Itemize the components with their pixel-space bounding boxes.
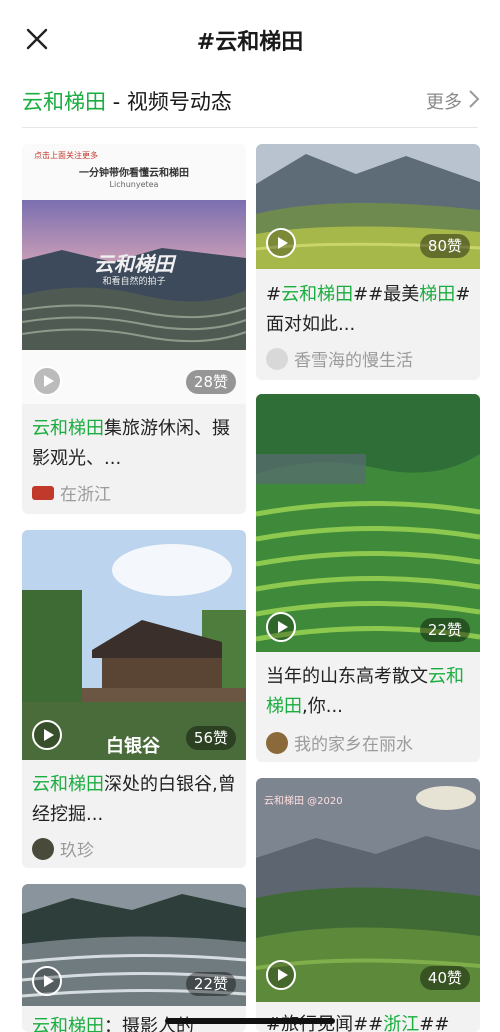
card-title: 当年的山东高考散文云和梯田,你... <box>266 662 472 722</box>
more-label: 更多 <box>426 92 462 113</box>
section-header: 云和梯田 - 视频号动态 更多 <box>0 78 500 126</box>
play-icon[interactable] <box>266 228 296 258</box>
card-title-highlight[interactable]: 云和梯田 <box>32 418 104 439</box>
thumb-top-banner: 点击上面关注更多 <box>34 151 98 160</box>
card-title-highlight[interactable]: 梯田 <box>419 284 455 305</box>
top-bar: #云和梯田 <box>0 0 500 78</box>
card-author[interactable]: 香雪海的慢生活 <box>266 346 413 371</box>
card-title-part: # <box>266 284 282 305</box>
video-thumbnail: 80赞 <box>256 144 480 269</box>
divider <box>22 127 478 128</box>
card-title-part: ## <box>419 1014 450 1032</box>
author-name: 玖珍 <box>60 841 94 861</box>
avatar <box>266 347 288 370</box>
avatar <box>266 731 288 754</box>
thumb-scene-sub: 和看自然的拍子 <box>102 277 166 287</box>
card-author[interactable]: 我的家乡在丽水 <box>266 730 413 755</box>
section-title: 云和梯田 - 视频号动态 <box>22 86 232 116</box>
video-thumbnail: 白银谷 56赞 <box>22 530 246 760</box>
video-card[interactable]: 白银谷 56赞 云和梯田深处的白银谷,曾经挖掘... 玖珍 <box>22 530 246 868</box>
play-icon[interactable] <box>266 612 296 642</box>
page-title: #云和梯田 <box>196 30 304 55</box>
thumb-brand: Lichunyetea <box>109 180 159 189</box>
video-thumbnail: 点击上面关注更多 一分钟带你看懂云和梯田 Lichunyetea 云和梯田 和看… <box>22 144 246 404</box>
play-icon[interactable] <box>32 366 62 396</box>
likes-badge: 40赞 <box>419 966 470 990</box>
card-title-part: ,你... <box>302 696 343 717</box>
card-title-highlight[interactable]: 云和梯田 <box>32 774 104 795</box>
card-title-highlight[interactable]: 云和梯田 <box>281 284 353 305</box>
play-icon[interactable] <box>266 960 296 990</box>
card-title: #云和梯田##最美梯田# 面对如此... <box>266 280 472 340</box>
card-title-highlight[interactable]: 云和梯田 <box>32 1016 104 1032</box>
video-card[interactable]: 80赞 #云和梯田##最美梯田# 面对如此... 香雪海的慢生活 <box>256 144 480 380</box>
play-icon[interactable] <box>32 966 62 996</box>
card-title-part: ##最美 <box>353 284 420 305</box>
likes-badge: 22赞 <box>185 972 236 996</box>
likes-badge: 28赞 <box>185 370 236 394</box>
author-name: 我的家乡在丽水 <box>294 735 413 755</box>
likes-badge: 80赞 <box>419 234 470 258</box>
video-card[interactable]: 22赞 云和梯田：摄影人的 <box>22 884 246 1032</box>
thumb-watermark: 云和梯田 @2020 <box>264 796 343 807</box>
chevron-right-icon <box>468 89 480 114</box>
video-card[interactable]: 22赞 当年的山东高考散文云和梯田,你... 我的家乡在丽水 <box>256 394 480 762</box>
likes-badge: 22赞 <box>419 618 470 642</box>
video-card[interactable]: 云和梯田 @2020 40赞 #旅行见闻##浙江## <box>256 778 480 1032</box>
card-author[interactable]: 玖珍 <box>32 836 94 861</box>
card-title: 云和梯田集旅游休闲、摄影观光、... <box>32 414 238 474</box>
home-indicator <box>165 1018 335 1024</box>
author-name: 在浙江 <box>60 485 111 505</box>
avatar <box>32 837 54 860</box>
video-thumbnail: 云和梯田 @2020 40赞 <box>256 778 480 1002</box>
more-link[interactable]: 更多 <box>426 88 480 114</box>
section-title-highlight: 云和梯田 <box>22 90 106 114</box>
video-card[interactable]: 点击上面关注更多 一分钟带你看懂云和梯田 Lichunyetea 云和梯田 和看… <box>22 144 246 514</box>
card-title: 云和梯田深处的白银谷,曾经挖掘... <box>32 770 238 830</box>
section-title-rest: - 视频号动态 <box>106 90 232 114</box>
video-thumbnail: 22赞 <box>256 394 480 652</box>
card-title-highlight[interactable]: 浙江 <box>383 1014 419 1032</box>
card-title-part: 当年的山东高考散文 <box>266 666 428 687</box>
location-icon <box>32 485 54 500</box>
thumb-scene-title: 云和梯田 <box>94 252 174 276</box>
thumb-label: 白银谷 <box>106 736 160 757</box>
terrace-village-photo <box>256 394 480 652</box>
card-author[interactable]: 在浙江 <box>32 480 111 505</box>
play-icon[interactable] <box>32 720 62 750</box>
author-name: 香雪海的慢生活 <box>294 351 413 371</box>
video-thumbnail: 22赞 <box>22 884 246 1006</box>
thumb-caption: 一分钟带你看懂云和梯田 <box>79 168 189 179</box>
likes-badge: 56赞 <box>185 726 236 750</box>
